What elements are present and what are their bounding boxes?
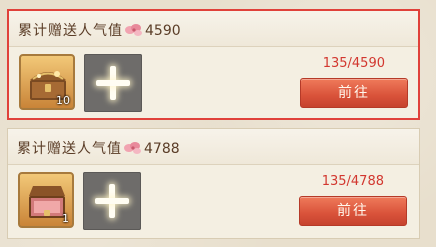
task-target-value: 4788 — [144, 141, 180, 157]
task-body: 1 135/4788 前往 — [8, 164, 419, 238]
task-card-1[interactable]: 累计赠送人气值 4590 10 135/4590 前往 — [7, 9, 420, 120]
plus-icon — [96, 66, 130, 100]
progress-text: 135/4590 — [322, 56, 385, 71]
task-target-value: 4590 — [145, 23, 181, 39]
task-header: 累计赠送人气值 4590 — [9, 11, 418, 47]
go-button[interactable]: 前往 — [300, 78, 408, 108]
task-card-2[interactable]: 累计赠送人气值 4788 1 135/4788 前往 — [7, 128, 420, 239]
task-title-text: 累计赠送人气值 — [18, 23, 123, 39]
reward-quantity: 1 — [62, 212, 69, 225]
task-title: 累计赠送人气值 4788 — [17, 138, 180, 158]
progress-text: 135/4788 — [321, 174, 384, 189]
task-title: 累计赠送人气值 4590 — [18, 20, 181, 40]
plus-icon — [95, 184, 129, 218]
go-button[interactable]: 前往 — [299, 196, 407, 226]
add-slot-button[interactable] — [84, 54, 142, 112]
reward-item-slot[interactable]: 1 — [18, 172, 74, 228]
task-body: 10 135/4590 前往 — [9, 46, 418, 120]
reward-item-slot[interactable]: 10 — [19, 54, 75, 110]
flower-petal-icon — [124, 142, 141, 154]
add-slot-button[interactable] — [83, 172, 141, 230]
flower-petal-icon — [125, 24, 142, 36]
reward-quantity: 10 — [56, 94, 70, 107]
task-title-text: 累计赠送人气值 — [17, 141, 122, 157]
task-header: 累计赠送人气值 4788 — [8, 129, 419, 165]
